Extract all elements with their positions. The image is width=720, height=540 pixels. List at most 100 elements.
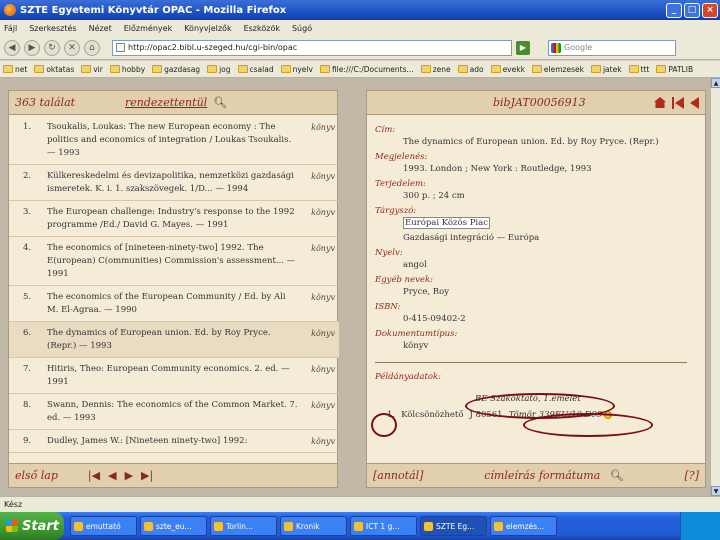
result-row[interactable]: 2. Külkereskedelmi és devizapolitika, ne… xyxy=(9,165,339,201)
result-citation[interactable]: The economics of [nineteen-ninety-two] 1… xyxy=(47,242,305,281)
result-citation[interactable]: The dynamics of European union. Ed. by R… xyxy=(47,327,305,353)
result-citation[interactable]: Hitiris, Theo: European Community econom… xyxy=(47,363,305,389)
bookmark-folder[interactable]: jog xyxy=(207,65,231,74)
bookmark-folder[interactable]: zene xyxy=(420,65,451,74)
result-row[interactable]: 8. Swann, Dennis: The economics of the C… xyxy=(9,394,339,430)
field-label-subject: Tárgyszó: xyxy=(375,206,417,216)
folder-icon xyxy=(237,65,248,73)
menu-file[interactable]: Fájl xyxy=(4,24,17,33)
search-input[interactable]: Google xyxy=(548,39,676,56)
sort-link[interactable]: rendezettentül xyxy=(125,96,207,109)
result-citation[interactable]: The economics of the European Community … xyxy=(47,291,305,317)
magnifier-icon[interactable]: 🔍︎ xyxy=(213,96,227,109)
results-footer: első lap |◀ ◀ ▶ ▶| xyxy=(9,463,337,487)
bookmark-folder[interactable]: csalad xyxy=(237,65,274,74)
bookmark-folder[interactable]: gazdasag xyxy=(152,65,200,74)
result-row[interactable]: 9. Dudley, James W.: [Nineteen ninety-tw… xyxy=(9,430,339,453)
search-placeholder: Google xyxy=(564,43,593,52)
start-button[interactable]: Start xyxy=(0,512,64,540)
bookmark-folder[interactable]: nyelv xyxy=(280,65,313,74)
home-icon[interactable] xyxy=(654,97,666,108)
scroll-down-icon[interactable]: ▼ xyxy=(711,486,720,496)
url-bar[interactable]: http://opac2.bibl.u-szeged.hu/cgi-bin/op… xyxy=(112,39,512,56)
taskbar-item[interactable]: elemzés... xyxy=(490,516,557,536)
result-row-selected[interactable]: 6. The dynamics of European union. Ed. b… xyxy=(9,322,339,358)
menu-view[interactable]: Nézet xyxy=(89,24,112,33)
bookmark-folder[interactable]: elemzesek xyxy=(531,65,584,74)
bookmark-folder[interactable]: jatek xyxy=(590,65,622,74)
result-row[interactable]: 4. The economics of [nineteen-ninety-two… xyxy=(9,237,339,286)
field-label-isbn: ISBN: xyxy=(375,302,401,312)
result-citation[interactable]: Swann, Dennis: The economics of the Comm… xyxy=(47,399,305,425)
menu-edit[interactable]: Szerkesztés xyxy=(29,24,76,33)
taskbar-item[interactable]: ICT 1 g... xyxy=(350,516,417,536)
menu-tools[interactable]: Eszközök xyxy=(244,24,280,33)
annotate-link[interactable]: [annotál] xyxy=(373,469,423,482)
field-value-title: The dynamics of European union. Ed. by R… xyxy=(403,137,659,147)
result-row[interactable]: 5. The economics of the European Communi… xyxy=(9,286,339,322)
result-citation[interactable]: The European challenge: Industry's respo… xyxy=(47,206,305,232)
page-icon xyxy=(116,43,125,52)
bookmark-folder[interactable]: ado xyxy=(457,65,484,74)
format-link[interactable]: címleírás formátuma 🔍︎ xyxy=(484,469,624,482)
back-icon[interactable]: ◀ xyxy=(4,39,20,56)
help-link[interactable]: [?] xyxy=(685,469,699,482)
menu-bookmarks[interactable]: Könyvjelzők xyxy=(184,24,231,33)
field-value-subject[interactable]: Európai Közös Piac xyxy=(375,217,697,229)
field-value-subject-2[interactable]: Gazdasági integráció — Európa xyxy=(375,232,697,244)
reload-icon[interactable]: ↻ xyxy=(44,39,60,56)
result-row[interactable]: 7. Hitiris, Theo: European Community eco… xyxy=(9,358,339,394)
taskbar-item[interactable]: Kronik xyxy=(280,516,347,536)
result-citation[interactable]: Dudley, James W.: [Nineteen ninety-two] … xyxy=(47,435,305,448)
result-row[interactable]: 1. Tsoukalis, Loukas: The new European e… xyxy=(9,116,339,165)
field-label-publication: Megjelenés: xyxy=(375,152,428,162)
bookmark-folder[interactable]: ttt xyxy=(628,65,649,74)
field-label-language: Nyelv: xyxy=(375,248,403,258)
app-icon xyxy=(144,521,153,531)
bookmark-folder[interactable]: evekk xyxy=(490,65,525,74)
home-icon[interactable]: ⌂ xyxy=(84,39,100,56)
folder-icon xyxy=(152,65,163,73)
title-bar: SZTE Egyetemi Könyvtár OPAC - Mozilla Fi… xyxy=(0,0,720,20)
scroll-up-icon[interactable]: ▲ xyxy=(711,78,720,88)
menu-help[interactable]: Súgó xyxy=(292,24,312,33)
first-record-icon[interactable] xyxy=(672,96,684,109)
menu-history[interactable]: Előzmények xyxy=(124,24,172,33)
result-row[interactable]: 3. The European challenge: Industry's re… xyxy=(9,201,339,237)
result-type: könyv xyxy=(311,208,335,217)
last-page-icon[interactable]: ▶| xyxy=(141,469,153,482)
folder-icon xyxy=(3,65,13,73)
first-page-link[interactable]: első lap xyxy=(15,469,58,482)
minimize-button[interactable]: _ xyxy=(666,2,682,18)
field-value-isbn: 0-415-09402-2 xyxy=(403,314,466,324)
record-id: bibJAT00056913 xyxy=(493,96,586,109)
taskbar-item[interactable]: emuttató xyxy=(70,516,137,536)
bookmark-folder[interactable]: net xyxy=(3,65,27,74)
vertical-scrollbar[interactable]: ▲ ▼ xyxy=(710,78,720,496)
bookmark-folder[interactable]: vir xyxy=(81,65,103,74)
subject-link[interactable]: Európai Közös Piac xyxy=(403,217,490,229)
stop-icon[interactable]: ✕ xyxy=(64,39,80,56)
bookmark-folder[interactable]: file:///C:/Documents... xyxy=(319,65,414,74)
forward-icon[interactable]: ▶ xyxy=(24,39,40,56)
bookmark-folder[interactable]: PATLIB xyxy=(656,65,693,74)
app-icon xyxy=(284,521,293,531)
app-icon xyxy=(354,521,363,531)
taskbar-item-active[interactable]: SZTE Eg... xyxy=(420,516,487,536)
close-button[interactable]: × xyxy=(702,2,718,18)
next-page-icon[interactable]: ▶ xyxy=(125,469,133,482)
result-citation[interactable]: Tsoukalis, Loukas: The new European econ… xyxy=(47,121,305,160)
field-value-other-names[interactable]: Pryce, Roy xyxy=(375,286,697,298)
bookmark-folder[interactable]: oktatas xyxy=(34,65,74,74)
field-label-title: Cím: xyxy=(375,125,396,135)
prev-page-icon[interactable]: ◀ xyxy=(108,469,116,482)
result-number: 2. xyxy=(23,171,32,181)
taskbar-item[interactable]: Torlin... xyxy=(210,516,277,536)
previous-record-icon[interactable] xyxy=(690,96,699,109)
taskbar-item[interactable]: szte_eu... xyxy=(140,516,207,536)
bookmark-folder[interactable]: hobby xyxy=(109,65,145,74)
first-page-icon[interactable]: |◀ xyxy=(88,469,100,482)
maximize-button[interactable]: □ xyxy=(684,2,700,18)
result-citation[interactable]: Külkereskedelmi és devizapolitika, nemze… xyxy=(47,170,305,196)
go-icon[interactable]: ▶ xyxy=(516,40,530,55)
